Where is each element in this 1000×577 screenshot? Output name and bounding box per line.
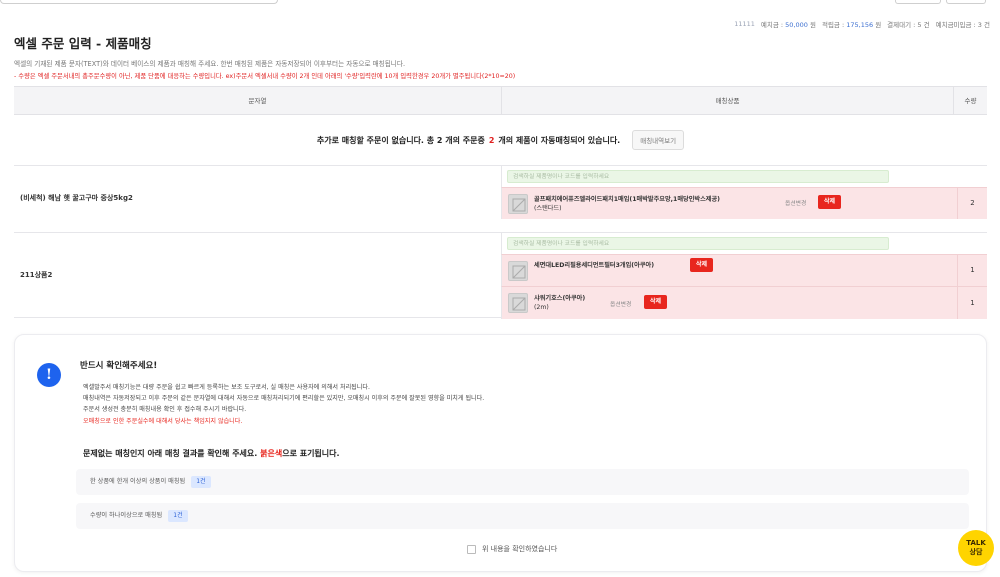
option-change-button[interactable]: 옵션변경 <box>610 299 631 308</box>
delete-button[interactable]: 삭제 <box>644 295 668 309</box>
info-icon: ! <box>37 363 61 387</box>
confirmation-card: ! 반드시 확인해주세요! 엑셀발주서 매칭기능은 대량 주문을 쉽고 빠르게 … <box>14 334 987 572</box>
page-title: 엑셀 주문 입력 - 제품매칭 <box>14 36 152 51</box>
match-history-button[interactable]: 매칭내역보기 <box>632 130 685 150</box>
talk-chat-button[interactable]: TALK 상담 <box>958 530 994 566</box>
option-change-button[interactable]: 옵션변경 <box>785 198 806 207</box>
matched-item: 세면대LED리필용세디먼트필터3개입(아쿠아) 삭제 1 <box>501 254 987 286</box>
top-search-input[interactable] <box>0 0 278 4</box>
top-select-2[interactable]: ▾ <box>946 0 986 4</box>
checkbox-icon[interactable] <box>467 544 476 554</box>
qty-cell[interactable]: 2 <box>957 188 987 219</box>
pending-payment: 결제대기 : 5 건 <box>887 21 930 29</box>
header-text: 문자열 <box>248 97 267 105</box>
header-product: 매칭상품 <box>501 87 953 115</box>
account-summary: 11111 예치금 : 50,000 원 적립금 : 175,156 원 결제대… <box>734 17 990 31</box>
card-subtitle: 문제없는 매칭인지 아래 매칭 결과를 확인해 주세요. 붉은색으로 표기됩니다… <box>83 449 340 458</box>
order-text: (비세척) 해남 햇 꿀고구마 중상5kg2 <box>20 194 133 202</box>
order-group: (비세척) 해남 햇 꿀고구마 중상5kg2 검색하실 제품명이나 코드를 입력… <box>14 165 987 232</box>
deposit-info: 예치금 : 50,000 원 <box>760 21 816 29</box>
card-notes: 엑셀발주서 매칭기능은 대량 주문을 쉽고 빠르게 등록하는 보조 도구로서, … <box>83 382 484 427</box>
matched-item: 골프패치에어퓨즈엘라이드패치1매입(1매박발주요망,1매당인박스제공) (스탠다드… <box>501 187 987 219</box>
order-group: 211상품2 검색하실 제품명이나 코드를 입력하세요 세면대LED리필용세디먼… <box>14 232 987 319</box>
order-text: 211상품2 <box>20 271 53 279</box>
product-search-input[interactable]: 검색하실 제품명이나 코드를 입력하세요 <box>507 170 889 183</box>
page-description: 엑셀의 기재된 제품 문자(TEXT)와 데이터 베이스의 제품과 매칭해 주세… <box>14 60 406 68</box>
item-name: 세면대LED리필용세디먼트필터3개입(아쿠아) <box>534 262 655 269</box>
qty-cell[interactable]: 1 <box>957 255 987 286</box>
product-image-placeholder-icon <box>508 293 528 313</box>
header-qty: 수량 <box>953 87 987 115</box>
count-badge: 1건 <box>191 476 211 488</box>
quantity-warning: - 수량은 엑셀 주문서내의 총주문수량이 아닌, 제품 단품에 대응하는 수량… <box>14 73 516 80</box>
table-header: 문자열 매칭상품 수량 <box>14 86 987 115</box>
product-image-placeholder-icon <box>508 261 528 281</box>
product-search-input[interactable]: 검색하실 제품명이나 코드를 입력하세요 <box>507 237 889 250</box>
account-id: 11111 <box>734 20 755 28</box>
qty-cell[interactable]: 1 <box>957 287 987 319</box>
auto-match-notice: 추가로 매칭할 주문이 없습니다. 총 2 개의 주문중 2 개의 제품이 자동… <box>14 115 987 165</box>
card-title: 반드시 확인해주세요! <box>80 361 158 371</box>
delete-button[interactable]: 삭제 <box>818 195 842 209</box>
summary-row: 한 상품에 한개 이상의 상품이 매칭됨 1건 <box>76 469 969 495</box>
product-search-row: 검색하실 제품명이나 코드를 입력하세요 <box>501 233 987 254</box>
matched-count: 2 <box>488 135 495 145</box>
item-name: 샤워기호스(아쿠아) (2m) <box>534 295 586 311</box>
top-select-1[interactable]: ▾ <box>895 0 941 4</box>
deposit-unpaid: 예치금미입금 : 3 건 <box>935 21 990 29</box>
delete-button[interactable]: 삭제 <box>690 258 714 272</box>
product-search-row: 검색하실 제품명이나 코드를 입력하세요 <box>501 166 987 187</box>
matched-item: 샤워기호스(아쿠아) (2m) 옵션변경 삭제 1 <box>501 286 987 319</box>
count-badge: 1건 <box>168 510 188 522</box>
points-info: 적립금 : 175,156 원 <box>821 21 882 29</box>
liability-warning: 오매칭으로 인한 주문실수에 대해서 당사는 책임지지 않습니다. <box>83 417 243 425</box>
item-name: 골프패치에어퓨즈엘라이드패치1매입(1매박발주요망,1매당인박스제공) (스탠다드… <box>534 196 721 212</box>
confirm-checkbox[interactable]: 위 내용을 확인하였습니다 <box>467 544 557 554</box>
summary-row: 수량이 하나이상으로 매칭됨 1건 <box>76 503 969 529</box>
product-image-placeholder-icon <box>508 194 528 214</box>
